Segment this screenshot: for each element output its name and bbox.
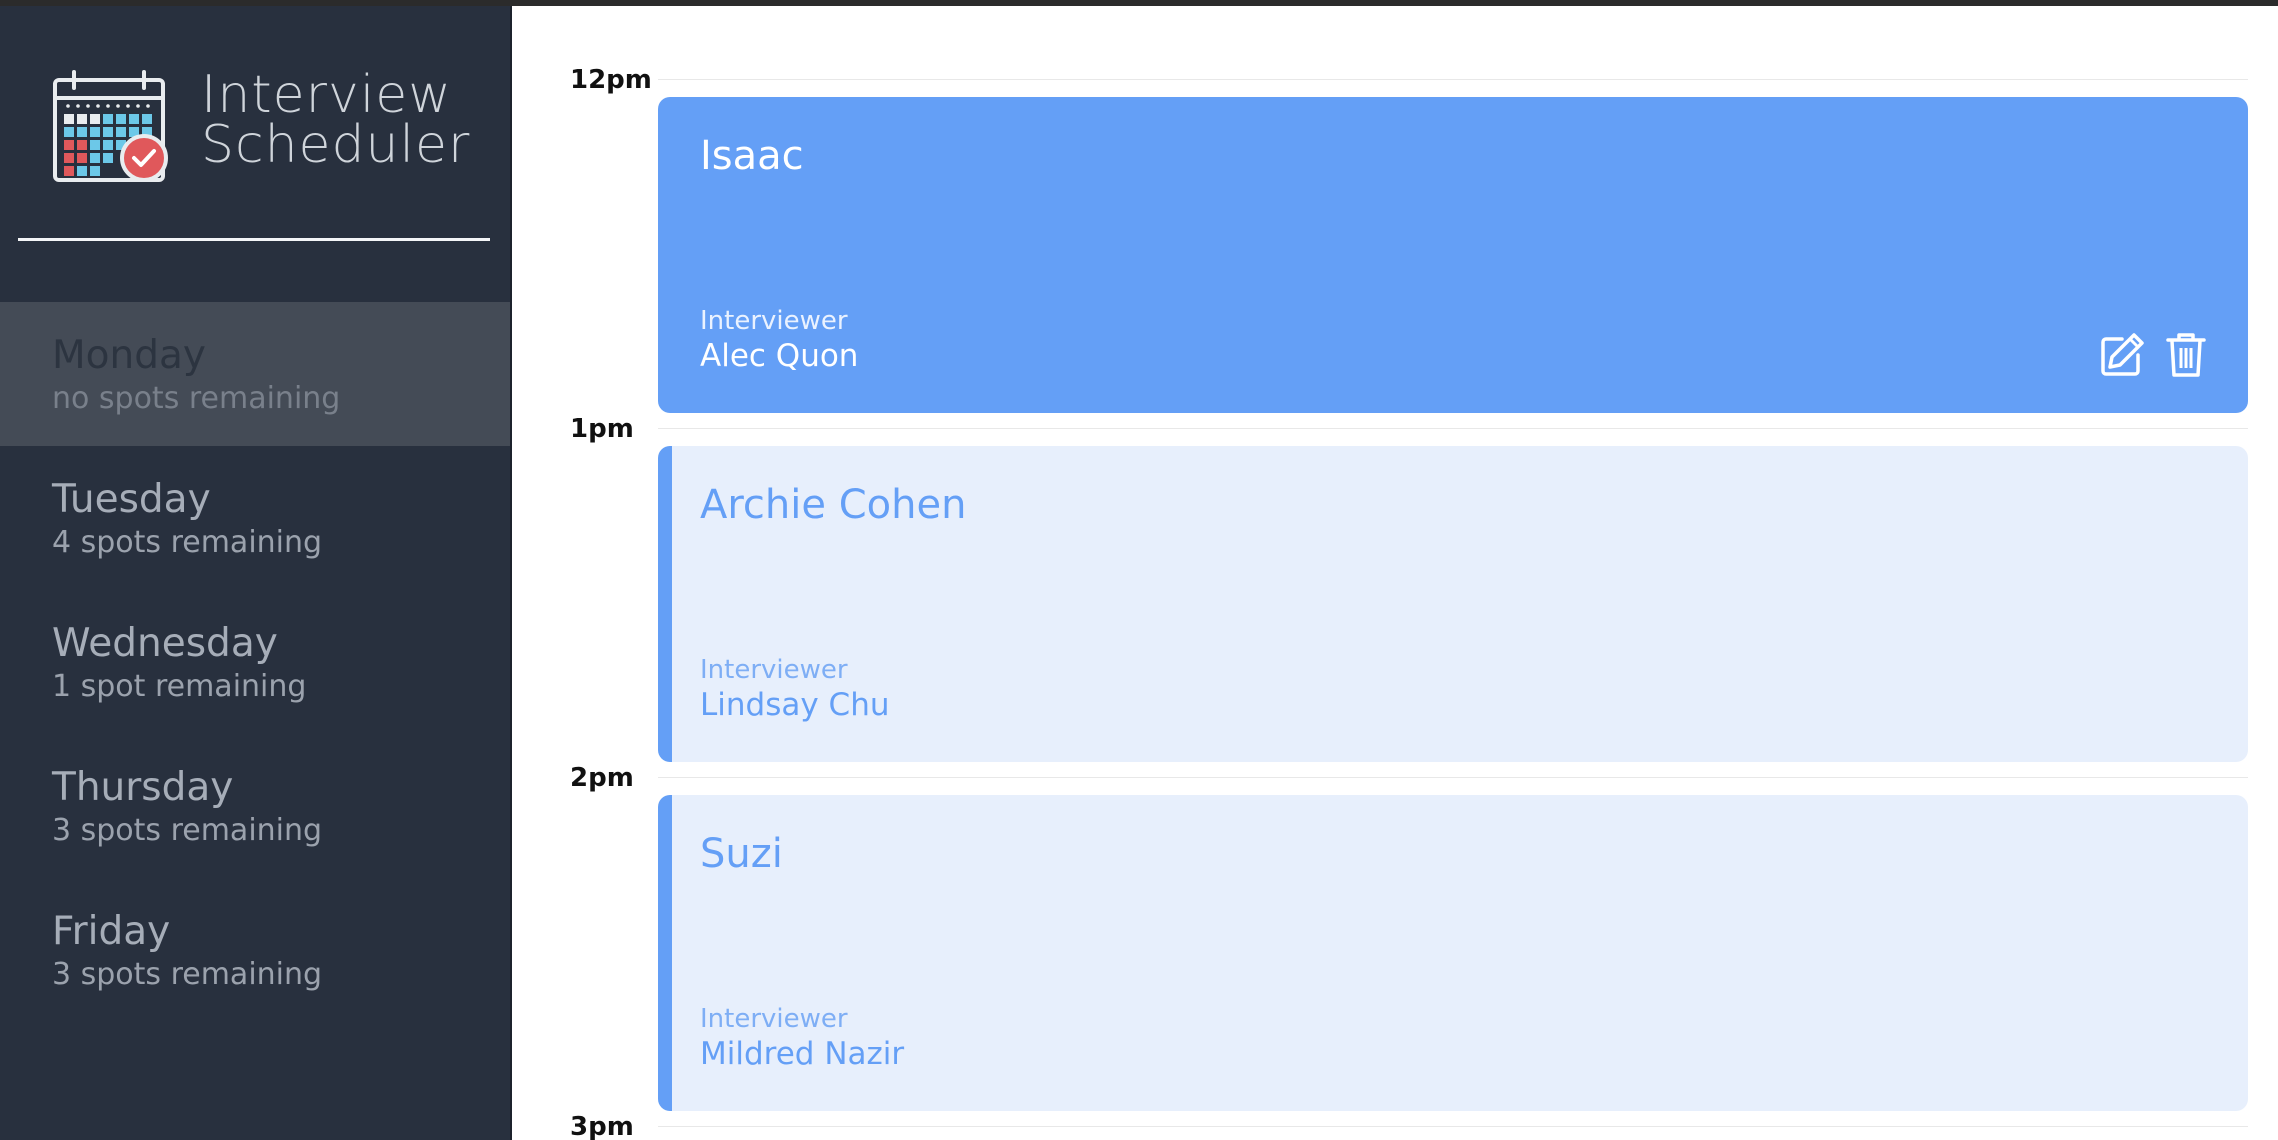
day-spots: 3 spots remaining: [52, 957, 323, 992]
slot-divider: [658, 1126, 2248, 1127]
interview-scheduler-app: Interview Scheduler Monday no spots rema…: [0, 0, 2278, 1140]
trash-icon[interactable]: [2162, 331, 2210, 379]
day-item-tuesday[interactable]: Tuesday 4 spots remaining: [0, 446, 510, 590]
interviewer-label: Interviewer: [700, 655, 848, 685]
day-item-wednesday[interactable]: Wednesday 1 spot remaining: [0, 590, 510, 734]
appointment-card[interactable]: Suzi Interviewer Mildred Nazir: [658, 795, 2248, 1111]
day-item-monday[interactable]: Monday no spots remaining: [0, 302, 510, 446]
appointment-card[interactable]: Archie Cohen Interviewer Lindsay Chu: [658, 446, 2248, 762]
day-item-friday[interactable]: Friday 3 spots remaining: [0, 878, 510, 1022]
sidebar-divider: [18, 238, 490, 241]
interviewer-name: Mildred Nazir: [700, 1036, 905, 1072]
calendar-check-icon: [53, 70, 168, 182]
day-item-thursday[interactable]: Thursday 3 spots remaining: [0, 734, 510, 878]
day-name: Friday: [52, 909, 171, 954]
appointment-card[interactable]: Isaac Interviewer Alec Quon: [658, 97, 2248, 413]
schedule: 12pm Isaac Interviewer Alec Quon 1pm Arc…: [512, 0, 2278, 1140]
student-name: Isaac: [700, 133, 804, 179]
day-spots: 1 spot remaining: [52, 669, 307, 704]
time-label: 12pm: [570, 65, 652, 95]
day-spots: 4 spots remaining: [52, 525, 323, 560]
student-name: Suzi: [700, 831, 783, 877]
interviewer-name: Alec Quon: [700, 338, 859, 374]
day-name: Wednesday: [52, 621, 278, 666]
app-title-line1: Interview: [201, 65, 452, 125]
edit-icon[interactable]: [2098, 331, 2146, 379]
day-name: Thursday: [52, 765, 234, 810]
day-spots: 3 spots remaining: [52, 813, 323, 848]
interviewer-label: Interviewer: [700, 1004, 848, 1034]
day-spots: no spots remaining: [52, 381, 341, 416]
interviewer-name: Lindsay Chu: [700, 687, 890, 723]
slot-divider: [658, 79, 2248, 80]
time-label: 3pm: [570, 1112, 634, 1140]
app-title: Interview Scheduler: [201, 65, 471, 175]
time-label: 1pm: [570, 414, 634, 444]
appointment-actions: [2098, 331, 2210, 379]
day-name: Tuesday: [52, 477, 211, 522]
student-name: Archie Cohen: [700, 482, 967, 528]
time-label: 2pm: [570, 763, 634, 793]
slot-divider: [658, 428, 2248, 429]
interviewer-label: Interviewer: [700, 306, 848, 336]
sidebar: Interview Scheduler Monday no spots rema…: [0, 0, 512, 1140]
app-title-line2: Scheduler: [201, 115, 471, 175]
day-name: Monday: [52, 333, 206, 378]
slot-divider: [658, 777, 2248, 778]
day-list: Monday no spots remaining Tuesday 4 spot…: [0, 302, 510, 1022]
